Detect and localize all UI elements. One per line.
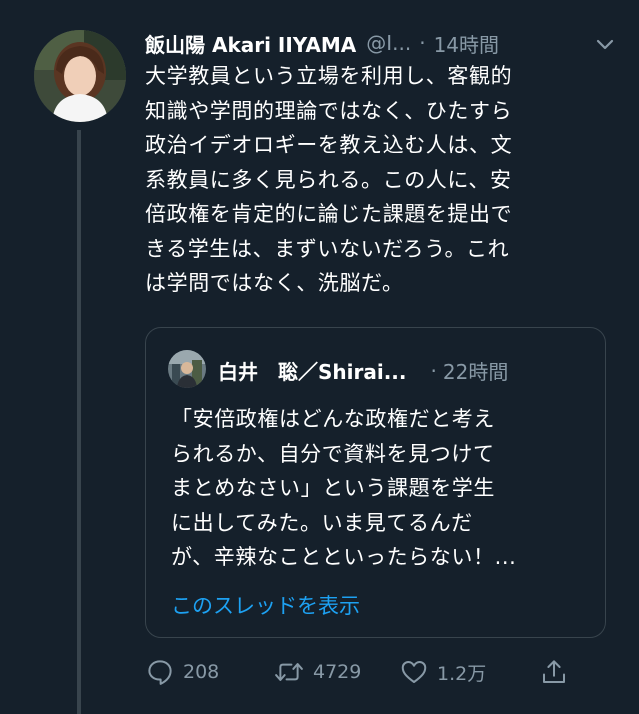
author-display-name[interactable]: 飯山陽 Akari IIYAMA: [145, 29, 356, 58]
tweet-view: 飯山陽 Akari IIYAMA @I... · 14時間 大学教員という立場を…: [0, 0, 639, 714]
tweet-header: 飯山陽 Akari IIYAMA @I... · 14時間: [145, 28, 617, 58]
quoted-tweet-text: 「安倍政権はどんな政権だと考え られるか、自分で資料を見つけて まとめなさい」と…: [171, 407, 517, 569]
author-handle[interactable]: @I...: [366, 31, 411, 55]
author-avatar[interactable]: [34, 30, 126, 122]
chevron-down-icon[interactable]: [593, 32, 617, 56]
retweet-icon: [275, 663, 303, 681]
quoted-author-avatar[interactable]: [168, 350, 206, 388]
share-button[interactable]: [539, 652, 569, 692]
thread-line: [77, 130, 81, 714]
profile-photo-icon: [168, 350, 206, 388]
heart-icon: [401, 661, 427, 683]
like-button[interactable]: 1.2万: [399, 652, 486, 692]
reply-icon: [148, 660, 172, 685]
retweet-button[interactable]: 4729: [273, 652, 361, 692]
retweet-count: 4729: [313, 661, 362, 683]
show-thread-link[interactable]: このスレッドを表示: [171, 590, 360, 620]
quoted-author-display-name[interactable]: 白井 聡／Shirai...: [218, 356, 407, 385]
quoted-tweet-timestamp[interactable]: 22時間: [443, 356, 508, 385]
tweet-text: 大学教員という立場を利用し、客観的 知識や学問的理論ではなく、ひたすら 政治イデ…: [145, 64, 513, 295]
like-count: 1.2万: [437, 662, 487, 685]
tweet-actions: 208 4729 1.2万: [145, 652, 615, 692]
share-icon: [543, 660, 565, 683]
tweet-timestamp[interactable]: 14時間: [434, 29, 499, 58]
separator-dot: ·: [419, 31, 426, 55]
quoted-tweet-header: 白井 聡／Shirai... · 22時間: [218, 356, 598, 385]
reply-count: 208: [183, 661, 220, 683]
separator-dot: ·: [430, 358, 437, 383]
reply-button[interactable]: 208: [145, 652, 219, 692]
quoted-tweet[interactable]: 白井 聡／Shirai... · 22時間 「安倍政権はどんな政権だと考え られ…: [145, 327, 606, 638]
profile-photo-icon: [34, 30, 126, 122]
